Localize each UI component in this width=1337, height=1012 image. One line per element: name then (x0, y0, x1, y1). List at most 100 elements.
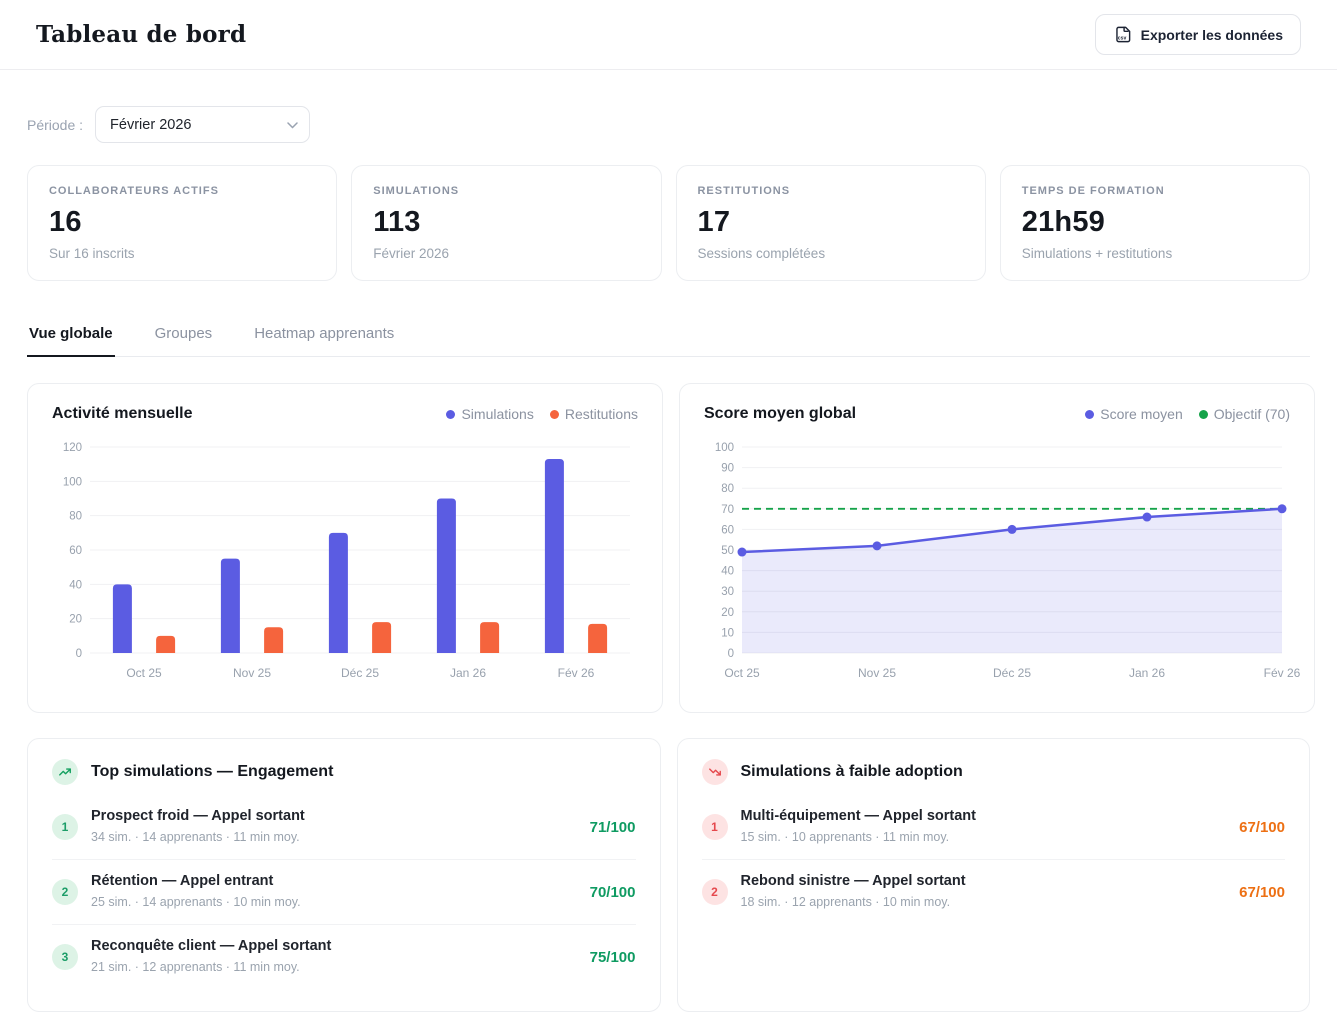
stat-subtitle: Février 2026 (373, 246, 639, 261)
simulation-name: Reconquête client — Appel sortant (91, 938, 577, 954)
svg-text:100: 100 (715, 442, 734, 454)
svg-text:50: 50 (721, 545, 734, 557)
svg-text:Nov 25: Nov 25 (858, 666, 896, 680)
tab-heatmap-apprenants[interactable]: Heatmap apprenants (252, 325, 396, 357)
svg-text:0: 0 (76, 648, 82, 660)
svg-text:20: 20 (69, 614, 82, 626)
list-title: Simulations à faible adoption (741, 763, 963, 781)
tab-vue-globale[interactable]: Vue globale (27, 325, 115, 357)
svg-text:Déc 25: Déc 25 (993, 666, 1031, 680)
average-score-card: Score moyen global Score moyen Objectif … (679, 383, 1315, 713)
list-item[interactable]: 3 Reconquête client — Appel sortant 21 s… (52, 925, 636, 989)
svg-text:0: 0 (728, 648, 734, 660)
list-title: Top simulations — Engagement (91, 763, 333, 781)
svg-text:20: 20 (721, 607, 734, 619)
rank-badge: 2 (52, 879, 78, 905)
list-item[interactable]: 2 Rétention — Appel entrant 25 sim. · 14… (52, 860, 636, 925)
stat-value: 16 (49, 206, 315, 239)
view-tabs: Vue globale Groupes Heatmap apprenants (27, 325, 1310, 357)
svg-text:Nov 25: Nov 25 (233, 666, 271, 680)
simulation-name: Prospect froid — Appel sortant (91, 808, 577, 824)
legend-dot (446, 410, 455, 419)
simulation-score: 67/100 (1239, 884, 1285, 901)
tab-groupes[interactable]: Groupes (153, 325, 215, 357)
stat-label: Temps de formation (1022, 185, 1288, 197)
period-select[interactable]: Février 2026 (95, 106, 310, 143)
simulation-meta: 34 sim. · 14 apprenants · 11 min moy. (91, 830, 300, 844)
top-simulations-card: Top simulations — Engagement 1 Prospect … (27, 738, 661, 1012)
legend-item-score-moyen: Score moyen (1085, 406, 1182, 422)
list-item[interactable]: 2 Rebond sinistre — Appel sortant 18 sim… (702, 860, 1286, 924)
svg-text:30: 30 (721, 586, 734, 598)
svg-text:Jan 26: Jan 26 (1129, 666, 1165, 680)
export-button-label: Exporter les données (1141, 27, 1283, 43)
trending-down-icon (702, 759, 728, 785)
rank-badge: 3 (52, 944, 78, 970)
average-score-line-chart: 0102030405060708090100Oct 25Nov 25Déc 25… (704, 435, 1290, 687)
svg-text:csv: csv (1117, 35, 1126, 41)
charts-row: Activité mensuelle Simulations Restituti… (27, 383, 1310, 738)
svg-text:80: 80 (721, 483, 734, 495)
chart-legend: Simulations Restitutions (446, 406, 638, 422)
simulation-meta: 25 sim. · 14 apprenants · 10 min moy. (91, 895, 301, 909)
period-select-value: Février 2026 (110, 117, 191, 133)
app-header: Tableau de bord csv Exporter les données (0, 0, 1337, 70)
legend-item-objectif: Objectif (70) (1199, 406, 1290, 422)
svg-text:Oct 25: Oct 25 (126, 666, 162, 680)
stat-card-restitutions: Restitutions 17 Sessions complétées (676, 165, 986, 281)
export-data-button[interactable]: csv Exporter les données (1095, 14, 1301, 55)
svg-text:40: 40 (69, 579, 82, 591)
stat-card-simulations: Simulations 113 Février 2026 (351, 165, 661, 281)
svg-text:Jan 26: Jan 26 (450, 666, 486, 680)
rank-badge: 1 (52, 814, 78, 840)
stat-card-training-time: Temps de formation 21h59 Simulations + r… (1000, 165, 1310, 281)
period-filter-row: Période : Février 2026 (27, 106, 1310, 143)
svg-text:Oct 25: Oct 25 (724, 666, 760, 680)
stat-label: Collaborateurs actifs (49, 185, 315, 197)
dashboard-content: Période : Février 2026 Collaborateurs ac… (0, 70, 1337, 1012)
low-adoption-card: Simulations à faible adoption 1 Multi-éq… (677, 738, 1311, 1012)
stats-row: Collaborateurs actifs 16 Sur 16 inscrits… (27, 165, 1310, 281)
chart-title: Activité mensuelle (52, 405, 193, 423)
svg-text:120: 120 (63, 442, 82, 454)
list-item[interactable]: 1 Prospect froid — Appel sortant 34 sim.… (52, 795, 636, 860)
rank-badge: 1 (702, 814, 728, 840)
simulation-meta: 15 sim. · 10 apprenants · 11 min moy. (741, 830, 950, 844)
simulation-name: Rebond sinistre — Appel sortant (741, 873, 1227, 889)
svg-text:Fév 26: Fév 26 (1264, 666, 1301, 680)
period-label: Période : (27, 117, 83, 133)
monthly-activity-bar-chart: 020406080100120Oct 25Nov 25Déc 25Jan 26F… (52, 435, 638, 687)
svg-text:90: 90 (721, 463, 734, 475)
simulation-name: Multi-équipement — Appel sortant (741, 808, 1227, 824)
svg-text:Déc 25: Déc 25 (341, 666, 379, 680)
simulation-name: Rétention — Appel entrant (91, 873, 577, 889)
legend-dot (1199, 410, 1208, 419)
rank-badge: 2 (702, 879, 728, 905)
svg-text:100: 100 (63, 476, 82, 488)
svg-text:70: 70 (721, 504, 734, 516)
chart-legend: Score moyen Objectif (70) (1085, 406, 1290, 422)
legend-item-restitutions: Restitutions (550, 406, 638, 422)
chevron-down-icon (287, 117, 298, 133)
stat-subtitle: Sessions complétées (698, 246, 964, 261)
lists-row: Top simulations — Engagement 1 Prospect … (27, 738, 1310, 1012)
stat-subtitle: Simulations + restitutions (1022, 246, 1288, 261)
csv-file-icon: csv (1113, 25, 1132, 44)
trending-up-icon (52, 759, 78, 785)
legend-item-simulations: Simulations (446, 406, 533, 422)
stat-card-active-collaborators: Collaborateurs actifs 16 Sur 16 inscrits (27, 165, 337, 281)
page-title: Tableau de bord (36, 21, 246, 48)
simulation-score: 71/100 (590, 819, 636, 836)
list-item[interactable]: 1 Multi-équipement — Appel sortant 15 si… (702, 795, 1286, 860)
stat-value: 17 (698, 206, 964, 239)
svg-text:80: 80 (69, 511, 82, 523)
stat-value: 113 (373, 206, 639, 239)
stat-value: 21h59 (1022, 206, 1288, 239)
legend-dot (1085, 410, 1094, 419)
simulation-meta: 21 sim. · 12 apprenants · 11 min moy. (91, 960, 300, 974)
svg-text:60: 60 (69, 545, 82, 557)
simulation-meta: 18 sim. · 12 apprenants · 10 min moy. (741, 895, 951, 909)
simulation-score: 70/100 (590, 884, 636, 901)
svg-text:10: 10 (721, 627, 734, 639)
simulation-score: 75/100 (590, 949, 636, 966)
